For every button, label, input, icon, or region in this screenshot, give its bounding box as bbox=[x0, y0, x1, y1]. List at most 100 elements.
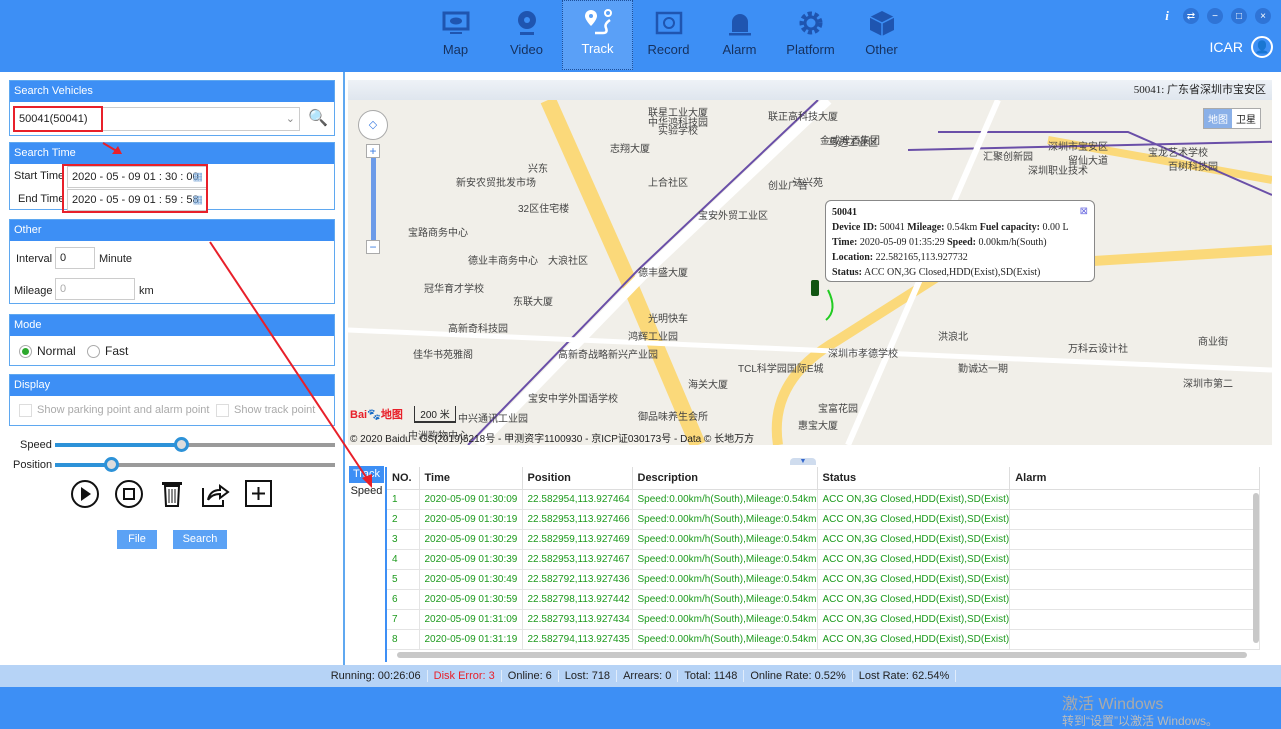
map-view[interactable]: 50041: 广东省深圳市宝安区 联星工业大厦 联正高科技大厦 中华鸿科技园 实验学校… bbox=[348, 80, 1272, 445]
slider-handle[interactable] bbox=[104, 457, 119, 472]
position-slider[interactable] bbox=[55, 457, 335, 472]
file-button[interactable]: File bbox=[117, 530, 157, 549]
switch-icon[interactable]: ⇄ bbox=[1183, 8, 1199, 24]
slider-handle[interactable] bbox=[174, 437, 189, 452]
map-label[interactable]: 百树科技园 bbox=[1168, 158, 1218, 173]
map-label[interactable]: 鸿辉工业园 bbox=[628, 328, 678, 343]
vehicle-marker-icon[interactable] bbox=[811, 280, 819, 296]
table-row[interactable]: 3 2020-05-09 01:30:29 22.582959,113.927469… bbox=[387, 529, 1261, 550]
show-track-point-checkbox[interactable]: Show track point bbox=[216, 404, 315, 417]
stop-icon[interactable] bbox=[115, 480, 143, 508]
table-row[interactable]: 8 2020-05-09 01:31:19 22.582794,113.927435… bbox=[387, 629, 1261, 650]
tab-track[interactable]: Track bbox=[349, 466, 384, 483]
mode-normal-radio[interactable]: Normal bbox=[19, 344, 76, 358]
map-label[interactable]: 宝安中学外国语学校 bbox=[528, 390, 618, 405]
map-label[interactable]: 达兴苑 bbox=[793, 174, 823, 189]
table-row[interactable]: 7 2020-05-09 01:31:09 22.582793,113.927434… bbox=[387, 609, 1261, 630]
map-label[interactable]: 宝龙艺术学校 bbox=[1148, 144, 1208, 159]
map-type-map[interactable]: 地图 bbox=[1204, 109, 1232, 128]
nav-map[interactable]: Map bbox=[420, 0, 491, 70]
column-header[interactable]: Alarm bbox=[1009, 467, 1261, 490]
show-parking-checkbox[interactable]: Show parking point and alarm point bbox=[19, 404, 209, 417]
trash-icon[interactable] bbox=[162, 482, 182, 507]
map-label[interactable]: 深圳市宝安区 bbox=[1048, 138, 1108, 153]
table-row[interactable]: 6 2020-05-09 01:30:59 22.582798,113.927442… bbox=[387, 589, 1261, 610]
map-label[interactable]: 德业丰商务中心 bbox=[468, 252, 538, 267]
zoom-slider[interactable] bbox=[371, 145, 376, 245]
search-button[interactable]: Search bbox=[173, 530, 227, 549]
export-icon[interactable] bbox=[202, 484, 230, 507]
nav-alarm[interactable]: Alarm bbox=[704, 0, 775, 70]
pan-control[interactable]: ◇ bbox=[358, 110, 388, 140]
column-header[interactable]: Description bbox=[632, 467, 818, 490]
column-header[interactable]: NO. bbox=[387, 467, 420, 490]
map-label[interactable]: 深圳职业技术 bbox=[1028, 162, 1088, 177]
map-label[interactable]: 汇聚创新园 bbox=[983, 148, 1033, 163]
zoom-in-icon[interactable]: + bbox=[366, 144, 380, 158]
map-label[interactable]: 御品味养生会所 bbox=[638, 408, 708, 423]
search-icon[interactable]: 🔍 bbox=[308, 108, 328, 128]
column-header[interactable]: Position bbox=[522, 467, 633, 490]
map-label[interactable]: 32区住宅楼 bbox=[518, 200, 569, 215]
map-label[interactable]: 东联大厦 bbox=[513, 293, 553, 308]
map-label[interactable]: 高新奇科技园 bbox=[448, 320, 508, 335]
column-header[interactable]: Time bbox=[419, 467, 523, 490]
map-label[interactable]: 联正高科技大厦 bbox=[768, 108, 838, 123]
map-label[interactable]: 宝安外贸工业区 bbox=[698, 207, 768, 222]
user-avatar-icon[interactable]: 👤 bbox=[1251, 36, 1273, 58]
map-label[interactable]: 中兴通讯工业园 bbox=[458, 410, 528, 425]
minimize-icon[interactable]: − bbox=[1207, 8, 1223, 24]
interval-input[interactable]: 0 bbox=[55, 247, 95, 269]
map-label[interactable]: 宝富花园 bbox=[818, 400, 858, 415]
collapse-map-button[interactable]: ▼ bbox=[790, 458, 816, 465]
column-header[interactable]: Status bbox=[817, 467, 1011, 490]
map-label[interactable]: 冠华育才学校 bbox=[424, 280, 484, 295]
nav-video[interactable]: Video bbox=[491, 0, 562, 70]
info-icon[interactable]: i bbox=[1159, 8, 1175, 24]
map-label[interactable]: 深圳市孝德学校 bbox=[828, 345, 898, 360]
map-label[interactable]: TCL科学园国际E城 bbox=[738, 360, 824, 375]
map-label[interactable]: 宝路商务中心 bbox=[408, 224, 468, 239]
popup-value: 0.54km bbox=[946, 222, 978, 233]
close-icon[interactable]: ⊠ bbox=[1080, 204, 1088, 219]
nav-track[interactable]: Track bbox=[562, 0, 633, 70]
speed-slider[interactable] bbox=[55, 437, 335, 452]
map-label[interactable]: 志翔大厦 bbox=[610, 140, 650, 155]
tab-speed[interactable]: Speed bbox=[349, 483, 384, 500]
map-label[interactable]: 实验学校 bbox=[658, 122, 698, 137]
play-icon[interactable] bbox=[71, 480, 99, 508]
map-label[interactable]: 光明快车 bbox=[648, 310, 688, 325]
close-icon[interactable]: × bbox=[1255, 8, 1271, 24]
mileage-input[interactable]: 0 bbox=[55, 278, 135, 300]
restore-icon[interactable]: □ bbox=[1231, 8, 1247, 24]
map-label[interactable]: 万科云设计社 bbox=[1068, 340, 1128, 355]
table-row[interactable]: 4 2020-05-09 01:30:39 22.582953,113.927467… bbox=[387, 549, 1261, 570]
map-type-satellite[interactable]: 卫星 bbox=[1232, 109, 1260, 128]
map-label[interactable]: 海关大厦 bbox=[688, 376, 728, 391]
horizontal-scrollbar[interactable] bbox=[397, 652, 1247, 658]
map-label[interactable]: 兴东 bbox=[528, 160, 548, 175]
zoom-out-icon[interactable]: − bbox=[366, 240, 380, 254]
user-menu[interactable]: ICAR 👤 bbox=[1210, 36, 1273, 58]
mode-fast-radio[interactable]: Fast bbox=[87, 344, 128, 358]
map-label[interactable]: 惠宝大厦 bbox=[798, 417, 838, 432]
map-label[interactable]: 深圳市第二 bbox=[1183, 375, 1233, 390]
map-label[interactable]: 大浪社区 bbox=[548, 252, 588, 267]
map-label[interactable]: 德丰盛大厦 bbox=[638, 264, 688, 279]
map-label[interactable]: 商业街 bbox=[1198, 333, 1228, 348]
map-label[interactable]: 佳华书苑雅阁 bbox=[413, 346, 473, 361]
map-label[interactable]: 洪浪北 bbox=[938, 328, 968, 343]
map-label[interactable]: 高新奇战略新兴产业园 bbox=[558, 346, 658, 361]
table-row[interactable]: 1 2020-05-09 01:30:09 22.582954,113.927464… bbox=[387, 489, 1261, 510]
vertical-scrollbar[interactable] bbox=[1253, 493, 1259, 643]
nav-record[interactable]: Record bbox=[633, 0, 704, 70]
table-row[interactable]: 5 2020-05-09 01:30:49 22.582792,113.927436… bbox=[387, 569, 1261, 590]
table-row[interactable]: 2 2020-05-09 01:30:19 22.582953,113.927466… bbox=[387, 509, 1261, 530]
map-label[interactable]: 新安农贸批发市场 bbox=[456, 174, 536, 189]
nav-platform[interactable]: Platform bbox=[775, 0, 846, 70]
map-label[interactable]: 上合社区 bbox=[648, 174, 688, 189]
map-label[interactable]: 金威啤酒集团 bbox=[820, 132, 880, 147]
nav-other[interactable]: Other bbox=[846, 0, 917, 70]
add-icon[interactable] bbox=[245, 480, 272, 507]
map-label[interactable]: 勤诚达一期 bbox=[958, 360, 1008, 375]
